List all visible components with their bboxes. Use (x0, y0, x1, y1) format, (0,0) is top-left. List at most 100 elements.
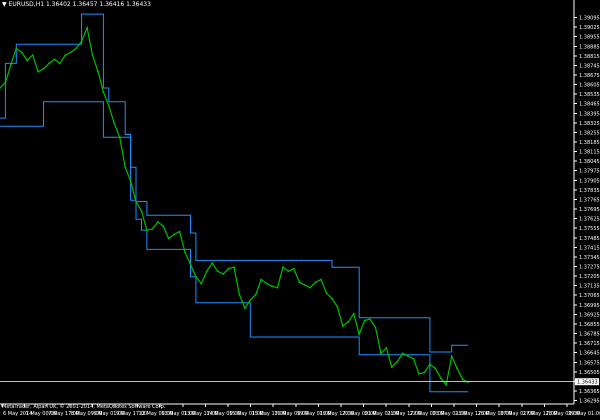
price-point (390, 366, 393, 368)
price-point (178, 230, 181, 233)
price-point (211, 262, 214, 264)
price-point (216, 270, 219, 273)
price-tick-label: 1.38815 (579, 54, 600, 60)
price-tick-label: 1.38325 (579, 121, 600, 127)
price-point (184, 251, 186, 254)
price-point (439, 377, 442, 379)
price-point (151, 228, 154, 230)
price-tick-label: 1.37485 (579, 236, 600, 242)
price-point (91, 54, 94, 56)
price-chart[interactable]: 1.39095 1.39025 1.38955 1.38885 1.38815 1.387… (0, 0, 600, 420)
price-point (48, 62, 50, 65)
price-point (260, 278, 263, 281)
price-point (75, 47, 78, 50)
price-tick-label: 1.38185 (579, 140, 600, 146)
price-point (162, 225, 165, 228)
price-point (380, 352, 382, 355)
price-point (80, 40, 83, 43)
price-point (396, 360, 399, 363)
price-point (31, 54, 34, 56)
channel-band-upper (0, 13, 468, 353)
price-point (146, 229, 148, 232)
price-point (244, 307, 246, 310)
price-point (53, 58, 56, 61)
price-point (118, 136, 121, 139)
price-point (249, 299, 252, 301)
price-tick-label: 1.37345 (579, 255, 600, 261)
price-point (418, 373, 420, 375)
price-tick-label: 1.39095 (579, 16, 600, 22)
price-axis[interactable]: 1.39095 1.39025 1.38955 1.38885 1.38815 1.387… (573, 0, 600, 405)
price-point (124, 166, 127, 169)
price-tick-label: 1.37135 (579, 284, 600, 290)
price-tick-label: 1.38395 (579, 111, 600, 117)
price-point (450, 355, 453, 357)
price-series-layer (0, 25, 469, 387)
price-tick-label: 1.37275 (579, 265, 600, 271)
price-tick-label: 1.39025 (579, 25, 600, 31)
price-point (320, 278, 322, 281)
price-tick-label: 1.38745 (579, 63, 600, 69)
price-point (227, 267, 230, 270)
price-tick-label: 1.38255 (579, 130, 600, 136)
price-point (10, 63, 12, 66)
price-point (298, 281, 301, 284)
price-point (265, 282, 268, 285)
price-point (140, 210, 143, 213)
channel-band-lower (0, 101, 468, 393)
price-tick-label: 1.38115 (579, 150, 600, 156)
price-point (358, 333, 361, 336)
price-tick-label: 1.36925 (579, 312, 600, 318)
price-point (4, 81, 7, 84)
price-point (461, 378, 464, 381)
price-tick-label: 1.37415 (579, 245, 600, 251)
price-point (282, 266, 284, 269)
price-point (341, 325, 344, 327)
price-point (42, 67, 45, 70)
price-point (314, 281, 317, 284)
channel-bands-layer (0, 13, 468, 393)
price-tick-label: 1.36645 (579, 351, 600, 357)
price-point (167, 237, 170, 240)
price-point (456, 367, 458, 370)
price-point (412, 358, 415, 360)
current-price-label: 1.36433 (577, 380, 598, 386)
price-point (69, 51, 72, 54)
price-point (352, 312, 355, 315)
price-point (97, 70, 99, 73)
price-tick-label: 1.36575 (579, 360, 600, 366)
price-point (107, 104, 110, 107)
price-point (363, 319, 366, 322)
price-point (233, 266, 235, 269)
price-point (205, 270, 208, 273)
price-point (385, 347, 388, 349)
price-tick-label: 1.36855 (579, 322, 600, 328)
price-point (86, 26, 88, 29)
price-tick-label: 1.36295 (579, 399, 600, 405)
price-point (15, 47, 18, 50)
price-point (347, 321, 350, 323)
price-line (0, 25, 469, 387)
price-point (129, 180, 132, 182)
price-tick-label: 1.36995 (579, 303, 600, 309)
price-tick-label: 1.38045 (579, 159, 600, 165)
price-point (195, 275, 197, 278)
price-point (271, 285, 273, 288)
chart-window[interactable]: ▼ EURUSD,H1 1.36402 1.36457 1.36416 1.364… (0, 0, 600, 420)
price-point (37, 70, 39, 73)
price-point (26, 59, 29, 62)
price-point (325, 292, 328, 295)
price-tick-label: 1.36715 (579, 341, 600, 347)
price-tick-label: 1.37975 (579, 169, 600, 175)
price-tick-label: 1.37905 (579, 178, 600, 184)
price-tick-label: 1.37205 (579, 274, 600, 280)
price-point (102, 91, 105, 93)
price-point (173, 233, 176, 236)
price-point (445, 383, 448, 386)
price-point (303, 284, 306, 286)
price-point (401, 352, 404, 355)
price-point (331, 297, 333, 300)
price-point (189, 263, 192, 266)
price-point (434, 367, 437, 370)
price-tick-label: 1.38535 (579, 92, 600, 98)
